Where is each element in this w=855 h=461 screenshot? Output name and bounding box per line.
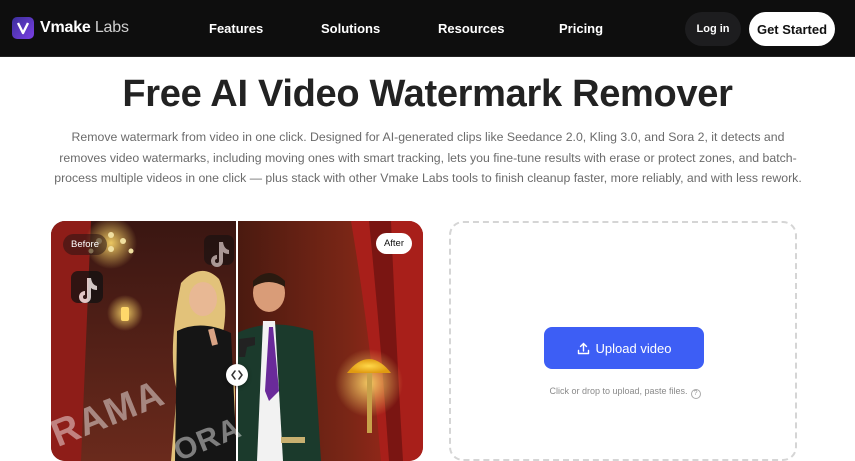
login-button[interactable]: Log in — [685, 12, 741, 46]
before-after-comparison[interactable]: RAMA ORA Before After — [51, 221, 423, 461]
upload-video-button[interactable]: Upload video — [544, 327, 704, 369]
split-divider[interactable] — [236, 221, 238, 461]
nav-link-resources[interactable]: Resources — [438, 21, 504, 36]
tiktok-icon — [204, 235, 234, 267]
get-started-button[interactable]: Get Started — [749, 12, 835, 46]
top-navbar: Vmake Labs Features Solutions Resources … — [0, 0, 855, 57]
upload-icon — [577, 342, 590, 355]
upload-dropzone[interactable]: Upload video Click or drop to upload, pa… — [449, 221, 797, 461]
upload-video-label: Upload video — [595, 340, 672, 356]
brand-name: Vmake Labs — [40, 19, 129, 36]
after-badge: After — [375, 233, 412, 254]
brand-logo[interactable]: Vmake Labs — [12, 17, 129, 39]
upload-hint: Click or drop to upload, paste files.? — [451, 386, 799, 399]
nav-link-solutions[interactable]: Solutions — [321, 21, 380, 36]
nav-link-pricing[interactable]: Pricing — [559, 21, 603, 36]
nav-link-features[interactable]: Features — [209, 21, 263, 36]
page-description: Remove watermark from video in one click… — [54, 130, 802, 185]
before-badge: Before — [63, 234, 107, 255]
vmake-logo-icon — [12, 17, 34, 39]
help-icon[interactable]: ? — [690, 389, 701, 399]
split-arrows-icon[interactable] — [226, 364, 248, 386]
page-title: Free AI Video Watermark Remover — [122, 73, 733, 115]
